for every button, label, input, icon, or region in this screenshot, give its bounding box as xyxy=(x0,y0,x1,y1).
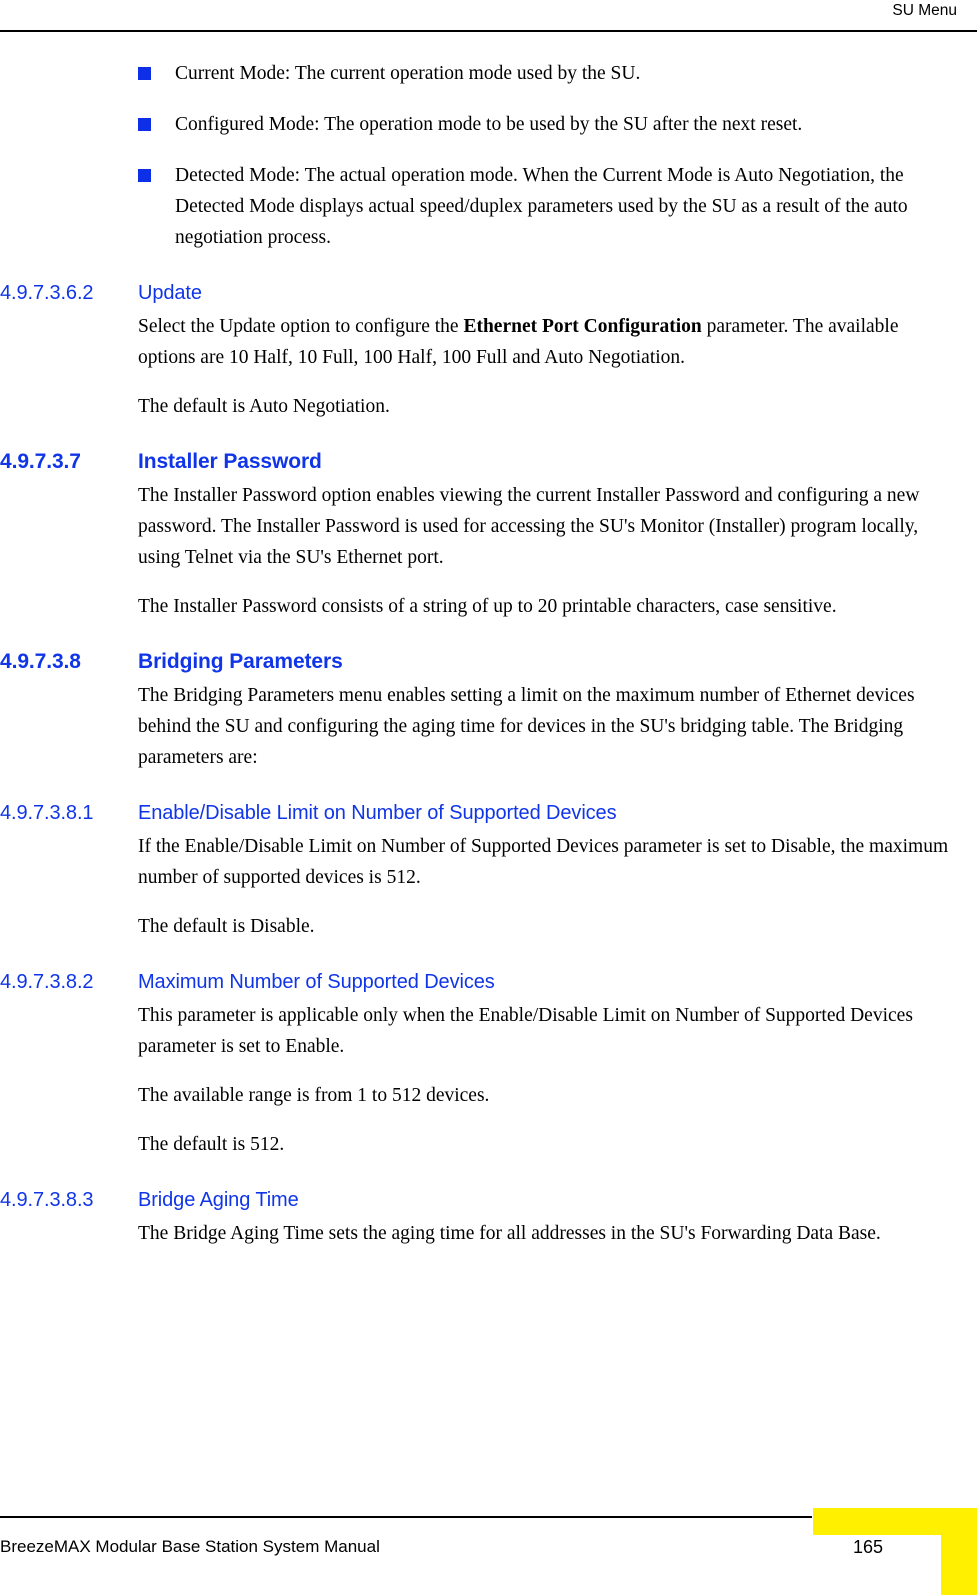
section-number: 4.9.7.3.7 xyxy=(0,450,81,473)
section-title: Installer Password xyxy=(138,450,322,473)
paragraph: If the Enable/Disable Limit on Number of… xyxy=(138,836,949,888)
list-item-text: Configured Mode: The operation mode to b… xyxy=(175,114,803,135)
square-bullet-icon xyxy=(138,67,151,80)
section-number: 4.9.7.3.6.2 xyxy=(0,282,94,304)
section-title: Bridge Aging Time xyxy=(138,1189,299,1211)
section-number: 4.9.7.3.8.1 xyxy=(0,802,94,824)
section-heading-update: 4.9.7.3.6.2 Update xyxy=(0,279,977,307)
paragraph: The default is 512. xyxy=(138,1134,285,1155)
square-bullet-icon xyxy=(138,118,151,131)
section-title: Update xyxy=(138,282,202,304)
section-title: Maximum Number of Supported Devices xyxy=(138,971,495,993)
paragraph: The default is Auto Negotiation. xyxy=(138,396,390,417)
section-number: 4.9.7.3.8 xyxy=(0,650,81,673)
paragraph: The Installer Password consists of a str… xyxy=(138,596,837,617)
paragraph: The available range is from 1 to 512 dev… xyxy=(138,1085,490,1106)
list-item: Detected Mode: The actual operation mode… xyxy=(0,160,977,253)
section-number: 4.9.7.3.8.2 xyxy=(0,971,94,993)
section-heading-maximum-number-devices: 4.9.7.3.8.2 Maximum Number of Supported … xyxy=(0,968,977,996)
footer-divider-rule xyxy=(0,1516,812,1518)
list-item-text: Current Mode: The current operation mode… xyxy=(175,63,641,84)
paragraph-bold-term: Ethernet Port Configuration xyxy=(463,316,702,337)
list-item: Current Mode: The current operation mode… xyxy=(0,58,977,89)
footer-page-number: 165 xyxy=(853,1537,884,1557)
running-header-title: SU Menu xyxy=(892,2,957,19)
paragraph-text-prefix: Select the Update option to configure th… xyxy=(138,316,464,337)
section-heading-bridging-parameters: 4.9.7.3.8 Bridging Parameters xyxy=(0,648,977,676)
page-tab-marker-vertical xyxy=(941,1508,977,1595)
paragraph: The Installer Password option enables vi… xyxy=(138,485,920,568)
list-item-text: Detected Mode: The actual operation mode… xyxy=(175,165,908,248)
document-content: Current Mode: The current operation mode… xyxy=(0,58,977,1267)
page-running-header: SU Menu xyxy=(0,0,977,30)
paragraph: The default is Disable. xyxy=(138,916,315,937)
list-item: Configured Mode: The operation mode to b… xyxy=(0,109,977,140)
square-bullet-icon xyxy=(138,169,151,182)
paragraph: Select the Update option to configure th… xyxy=(0,311,977,373)
header-divider-rule xyxy=(0,30,977,32)
section-heading-installer-password: 4.9.7.3.7 Installer Password xyxy=(0,448,977,476)
section-heading-enable-disable-limit: 4.9.7.3.8.1 Enable/Disable Limit on Numb… xyxy=(0,799,977,827)
section-number: 4.9.7.3.8.3 xyxy=(0,1189,94,1211)
paragraph: The Bridging Parameters menu enables set… xyxy=(138,685,915,768)
section-title: Enable/Disable Limit on Number of Suppor… xyxy=(138,802,617,824)
paragraph: This parameter is applicable only when t… xyxy=(138,1005,913,1057)
footer-manual-title: BreezeMAX Modular Base Station System Ma… xyxy=(0,1537,380,1556)
section-title: Bridging Parameters xyxy=(138,650,343,673)
paragraph: The Bridge Aging Time sets the aging tim… xyxy=(138,1223,881,1244)
section-heading-bridge-aging-time: 4.9.7.3.8.3 Bridge Aging Time xyxy=(0,1186,977,1214)
